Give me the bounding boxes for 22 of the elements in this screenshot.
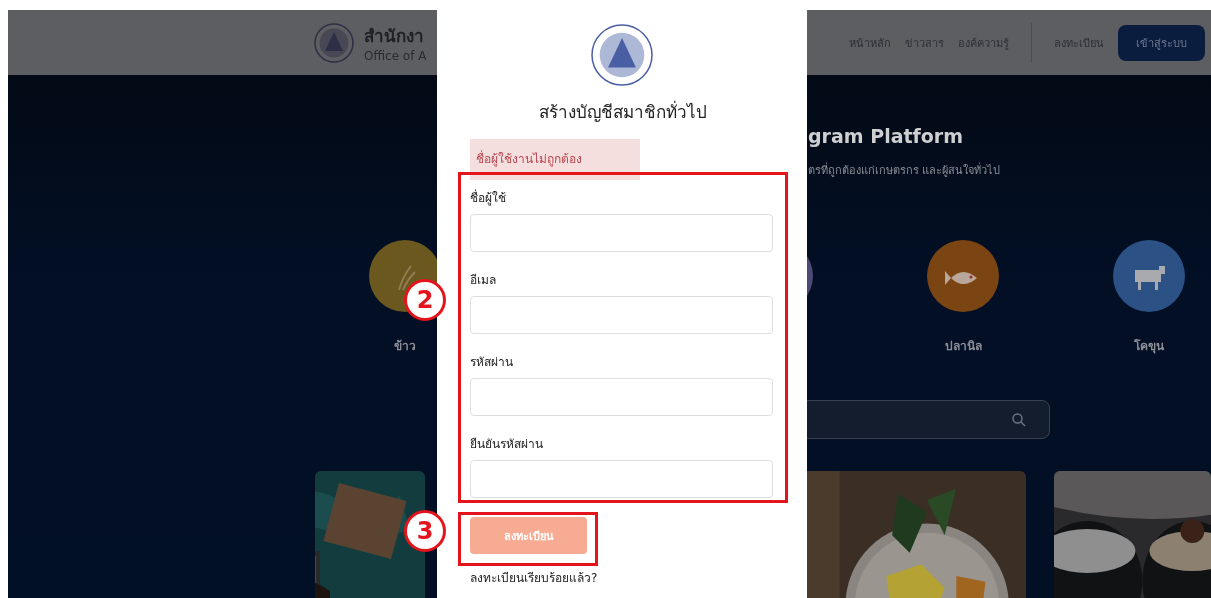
input-field[interactable] [470, 214, 773, 252]
emblem-icon [314, 22, 354, 63]
error-message: ชื่อผู้ใช้งานไม่ถูกต้อง [470, 139, 640, 180]
search-icon [1011, 411, 1027, 428]
category-label: ข้าว [394, 338, 416, 355]
field-label: รหัสผ่าน [470, 354, 514, 371]
hero-subtitle: ตรที่ถูกต้องแก่เกษตรกร และผู้สนใจทั่วไป [808, 161, 1002, 179]
emblem-icon [590, 24, 653, 86]
category-label: โคขุน [1134, 338, 1164, 355]
login-button[interactable]: เข้าสู่ระบบ [1118, 24, 1205, 61]
field-label: ยืนยันรหัสผ่าน [470, 436, 544, 453]
register-button[interactable]: ลงทะเบียน [470, 517, 587, 554]
hero-title: gram Platform [808, 125, 965, 147]
org-name: สำนักงา [364, 25, 425, 48]
modal-title: สร้างบัญชีสมาชิกทั่วไป [538, 99, 707, 124]
category-label: ปลานิล [944, 338, 982, 355]
field-label: อีเมล [470, 272, 497, 289]
field-label: ชื่อผู้ใช้ [470, 188, 507, 207]
input-field[interactable] [470, 296, 773, 334]
input-field[interactable] [470, 460, 773, 498]
login-link[interactable]: ลงทะเบียนเรียบร้อยแล้ว? [470, 568, 598, 587]
input-field[interactable] [470, 378, 773, 416]
